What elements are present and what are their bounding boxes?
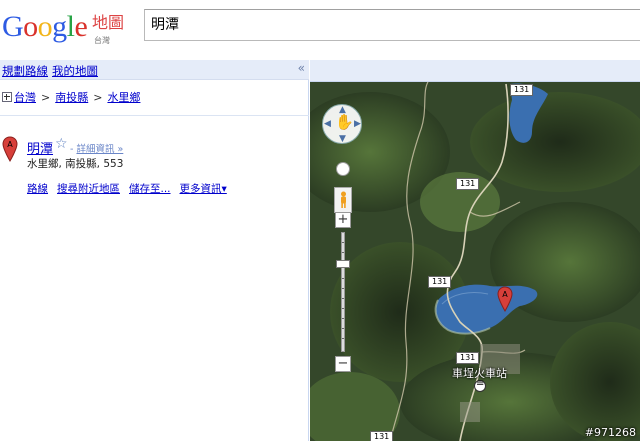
maps-app: { "header": { "logo_letters": ["G","o","… [0, 0, 640, 441]
pan-control[interactable]: ▲ ▼ ◀ ▶ ✋ [322, 104, 362, 144]
logo-letter: e [74, 10, 88, 43]
result-actions: 路線 搜尋附近地區 儲存至... 更多資訊▾ [27, 181, 236, 196]
watermark: #971268 [584, 426, 636, 439]
pegman-figure-icon [341, 191, 346, 208]
zoom-tick [342, 308, 344, 309]
breadcrumb: 台灣 > 南投縣 > 水里鄉 [2, 89, 140, 107]
map-marker-letter: A [502, 290, 508, 299]
zoom-tick [342, 318, 344, 319]
logo-letter: l [66, 10, 75, 43]
zoom-tick [342, 278, 344, 279]
pan-down-icon[interactable]: ▼ [339, 135, 346, 144]
road-shield: 131 [370, 431, 394, 441]
more-info-link[interactable]: 更多資訊▾ [180, 183, 227, 195]
map-marker-icon[interactable]: A [497, 286, 513, 312]
road-shield: 131 [456, 178, 480, 190]
breadcrumb-separator: > [41, 91, 51, 104]
zoom-out-button[interactable]: − [335, 356, 351, 372]
result-marker-icon[interactable]: A [2, 136, 18, 162]
zoom-tick [342, 298, 344, 299]
details-block: - 詳細資訊 » [70, 141, 123, 155]
zoom-slider-track[interactable] [341, 232, 345, 352]
zoom-tick [342, 328, 344, 329]
breadcrumb-item[interactable]: 水里鄉 [107, 91, 140, 104]
logo-letter: G [2, 10, 24, 43]
logo-letter: o [23, 10, 38, 43]
street-view-pegman-icon[interactable] [334, 187, 352, 213]
breadcrumb-item[interactable]: 台灣 [14, 91, 36, 104]
result-title-link[interactable]: 明潭 [27, 138, 53, 157]
search-nearby-link[interactable]: 搜尋附近地區 [57, 183, 120, 195]
save-to-link[interactable]: 儲存至... [129, 183, 171, 195]
result-address: 水里鄉, 南投縣, 553 [27, 158, 124, 170]
hand-icon: ✋ [335, 113, 354, 131]
google-wordmark: Google [2, 10, 88, 43]
details-prefix: - [70, 144, 74, 155]
satellite-map[interactable]: ▲ ▼ ◀ ▶ ✋ + − 131 131 131 131 131 A 車埕火車… [310, 82, 640, 441]
breadcrumb-item[interactable]: 南投縣 [55, 91, 88, 104]
expand-icon[interactable] [2, 92, 12, 102]
zoom-slider-thumb[interactable] [336, 260, 350, 268]
zoom-tick [342, 288, 344, 289]
panel-nav: 規劃路線 我的地圖 « [0, 60, 309, 80]
map-top-bar [310, 60, 640, 82]
results-panel: 規劃路線 我的地圖 « 台灣 > 南投縣 > 水里鄉 A 明潭 ☆ - 詳細資訊 » 水… [0, 60, 309, 441]
product-name: 地圖 [92, 13, 125, 32]
road-shield: 131 [510, 84, 534, 96]
route-link[interactable]: 路線 [27, 183, 48, 195]
zoom-tick [342, 242, 344, 243]
road-shield: 131 [428, 276, 452, 288]
divider [0, 115, 309, 116]
zoom-tick [342, 252, 344, 253]
star-icon[interactable]: ☆ [55, 136, 68, 152]
train-station-icon[interactable] [474, 378, 486, 392]
search-result: A 明潭 ☆ - 詳細資訊 » 水里鄉, 南投縣, 553 路線 搜尋附近地區 儲存… [0, 134, 309, 204]
search-input[interactable]: 明潭 [144, 9, 640, 41]
collapse-panel-button[interactable]: « [298, 61, 305, 75]
header: Google 地圖 台灣 明潭 [0, 0, 640, 52]
road-shield: 131 [456, 352, 480, 364]
breadcrumb-separator: > [93, 91, 103, 104]
details-link[interactable]: 詳細資訊 » [76, 144, 123, 155]
pan-right-icon[interactable]: ▶ [354, 120, 361, 129]
zoom-in-button[interactable]: + [335, 212, 351, 228]
my-maps-link[interactable]: 我的地圖 [52, 63, 98, 79]
logo-letter: o [37, 10, 53, 43]
pan-left-icon[interactable]: ◀ [324, 120, 331, 129]
zoom-tick [342, 338, 344, 339]
region-label: 台灣 [94, 36, 110, 45]
marker-letter: A [7, 140, 13, 149]
reset-view-button[interactable] [336, 162, 350, 176]
directions-link[interactable]: 規劃路線 [2, 63, 48, 79]
logo-letter: g [52, 10, 67, 43]
